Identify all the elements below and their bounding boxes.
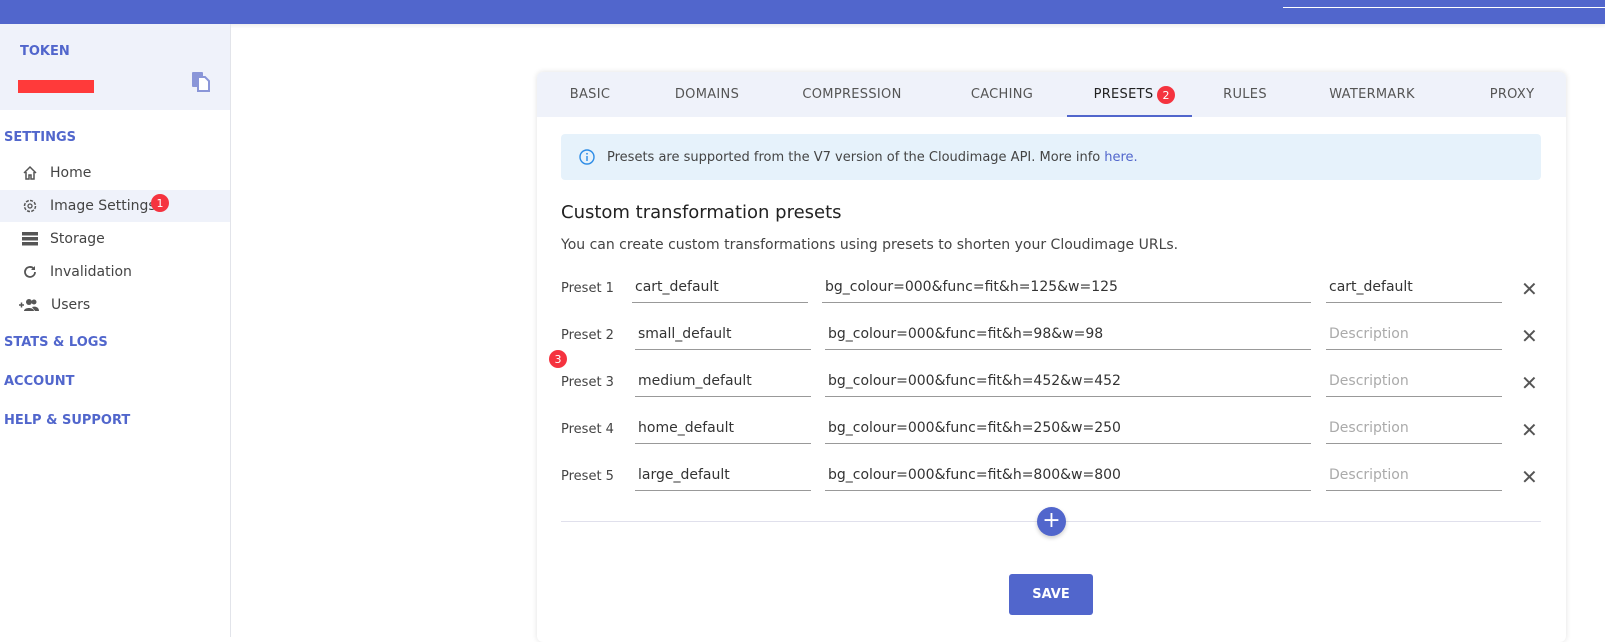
preset-description-input[interactable]: Description: [1326, 365, 1502, 397]
sidebar-item-label: Storage: [50, 231, 105, 247]
sidebar-item-label: Home: [50, 165, 92, 181]
refresh-icon: [24, 266, 36, 278]
add-preset-button[interactable]: +: [1037, 507, 1066, 536]
tab-caching[interactable]: CACHING: [947, 72, 1057, 117]
preset-params-input[interactable]: bg_colour=000&func=fit&h=98&w=98: [825, 318, 1311, 350]
sidebar-item-image-settings[interactable]: Image Settings 1: [0, 190, 230, 222]
image-settings-card: BASIC DOMAINS COMPRESSION CACHING PRESET…: [537, 72, 1566, 642]
tab-watermark[interactable]: WATERMARK: [1317, 72, 1427, 117]
remove-preset-icon[interactable]: ✕: [1521, 277, 1538, 301]
sidebar-item-invalidation[interactable]: Invalidation: [0, 256, 230, 288]
token-panel: TOKEN: [0, 24, 230, 110]
sidebar-item-users[interactable]: Users: [0, 289, 230, 321]
preset-row: Preset 5 bg_colour=000&func=fit&h=800&w=…: [561, 459, 1551, 493]
preset-params-text: bg_colour=000&func=fit&h=250&w=250: [828, 420, 1121, 436]
preset-label: Preset 5: [561, 469, 614, 484]
preset-row: Preset 4 bg_colour=000&func=fit&h=250&w=…: [561, 412, 1551, 446]
token-value-redacted: [18, 80, 94, 93]
remove-preset-icon[interactable]: ✕: [1521, 371, 1538, 395]
preset-row: Preset 2 bg_colour=000&func=fit&h=98&w=9…: [561, 318, 1551, 352]
preset-description-placeholder: Description: [1329, 467, 1409, 483]
save-button[interactable]: SAVE: [1009, 574, 1093, 615]
section-help-support[interactable]: HELP & SUPPORT: [4, 413, 130, 428]
remove-preset-icon[interactable]: ✕: [1521, 465, 1538, 489]
preset-description-input[interactable]: Description: [1326, 459, 1502, 491]
preset-params-text: bg_colour=000&func=fit&h=98&w=98: [828, 326, 1104, 342]
section-settings[interactable]: SETTINGS: [4, 130, 76, 145]
section-account[interactable]: ACCOUNT: [4, 374, 75, 389]
section-stats-logs[interactable]: STATS & LOGS: [4, 335, 108, 350]
storage-icon: [22, 232, 38, 246]
tab-basic[interactable]: BASIC: [537, 72, 643, 117]
info-text: Presets are supported from the V7 versio…: [607, 149, 1101, 165]
preset-description-input[interactable]: Description: [1326, 412, 1502, 444]
preset-row: Preset 1 bg_colour=000&func=fit&h=125&w=…: [561, 271, 1551, 305]
home-icon: [23, 165, 37, 180]
add-users-icon: [19, 299, 39, 311]
preset-label: Preset 2: [561, 328, 614, 343]
preset-label: Preset 4: [561, 422, 614, 437]
preset-params-input[interactable]: bg_colour=000&func=fit&h=452&w=452: [825, 365, 1311, 397]
sidebar-item-storage[interactable]: Storage: [0, 223, 230, 255]
preset-params-input[interactable]: bg_colour=000&func=fit&h=125&w=125: [822, 271, 1311, 303]
preset-description-text: cart_default: [1329, 279, 1413, 295]
info-banner: Presets are supported from the V7 versio…: [561, 134, 1541, 180]
tab-domains[interactable]: DOMAINS: [657, 72, 757, 117]
section-description: You can create custom transformations us…: [561, 237, 1179, 253]
token-label: TOKEN: [20, 44, 70, 59]
sidebar-item-label: Invalidation: [50, 264, 132, 280]
sidebar-item-home[interactable]: Home: [0, 157, 230, 189]
preset-params-input[interactable]: bg_colour=000&func=fit&h=800&w=800: [825, 459, 1311, 491]
tab-bar: BASIC DOMAINS COMPRESSION CACHING PRESET…: [537, 72, 1566, 117]
annotation-badge: 1: [151, 194, 169, 212]
preset-name-input[interactable]: [632, 271, 808, 303]
preset-description-placeholder: Description: [1329, 420, 1409, 436]
search-underline[interactable]: [1283, 7, 1605, 8]
remove-preset-icon[interactable]: ✕: [1521, 418, 1538, 442]
sidebar-item-label: Image Settings: [50, 198, 156, 214]
preset-description-input[interactable]: cart_default: [1326, 271, 1502, 303]
preset-params-text: bg_colour=000&func=fit&h=452&w=452: [828, 373, 1121, 389]
tab-proxy[interactable]: PROXY: [1472, 72, 1552, 117]
info-icon: [579, 149, 595, 165]
gear-icon: [23, 199, 37, 213]
preset-params-text: bg_colour=000&func=fit&h=125&w=125: [825, 279, 1118, 295]
section-title: Custom transformation presets: [561, 202, 842, 223]
preset-label: Preset 3: [561, 375, 614, 390]
remove-preset-icon[interactable]: ✕: [1521, 324, 1538, 348]
preset-params-input[interactable]: bg_colour=000&func=fit&h=250&w=250: [825, 412, 1311, 444]
sidebar: TOKEN SETTINGS Home Image Settings 1 Sto…: [0, 24, 231, 637]
preset-description-placeholder: Description: [1329, 373, 1409, 389]
preset-name-input[interactable]: [635, 459, 811, 491]
tab-compression[interactable]: COMPRESSION: [787, 72, 917, 117]
preset-description-input[interactable]: Description: [1326, 318, 1502, 350]
preset-row: Preset 3 bg_colour=000&func=fit&h=452&w=…: [561, 365, 1551, 399]
info-link[interactable]: here.: [1104, 150, 1137, 165]
tab-rules[interactable]: RULES: [1205, 72, 1285, 117]
copy-icon[interactable]: [192, 72, 210, 92]
preset-params-text: bg_colour=000&func=fit&h=800&w=800: [828, 467, 1121, 483]
top-bar: [0, 0, 1605, 24]
preset-description-placeholder: Description: [1329, 326, 1409, 342]
preset-name-input[interactable]: [635, 412, 811, 444]
annotation-badge: 2: [1157, 86, 1175, 104]
tab-label: PRESETS: [1093, 87, 1154, 102]
preset-name-input[interactable]: [635, 365, 811, 397]
preset-name-input[interactable]: [635, 318, 811, 350]
preset-label: Preset 1: [561, 281, 614, 296]
sidebar-item-label: Users: [51, 297, 91, 313]
